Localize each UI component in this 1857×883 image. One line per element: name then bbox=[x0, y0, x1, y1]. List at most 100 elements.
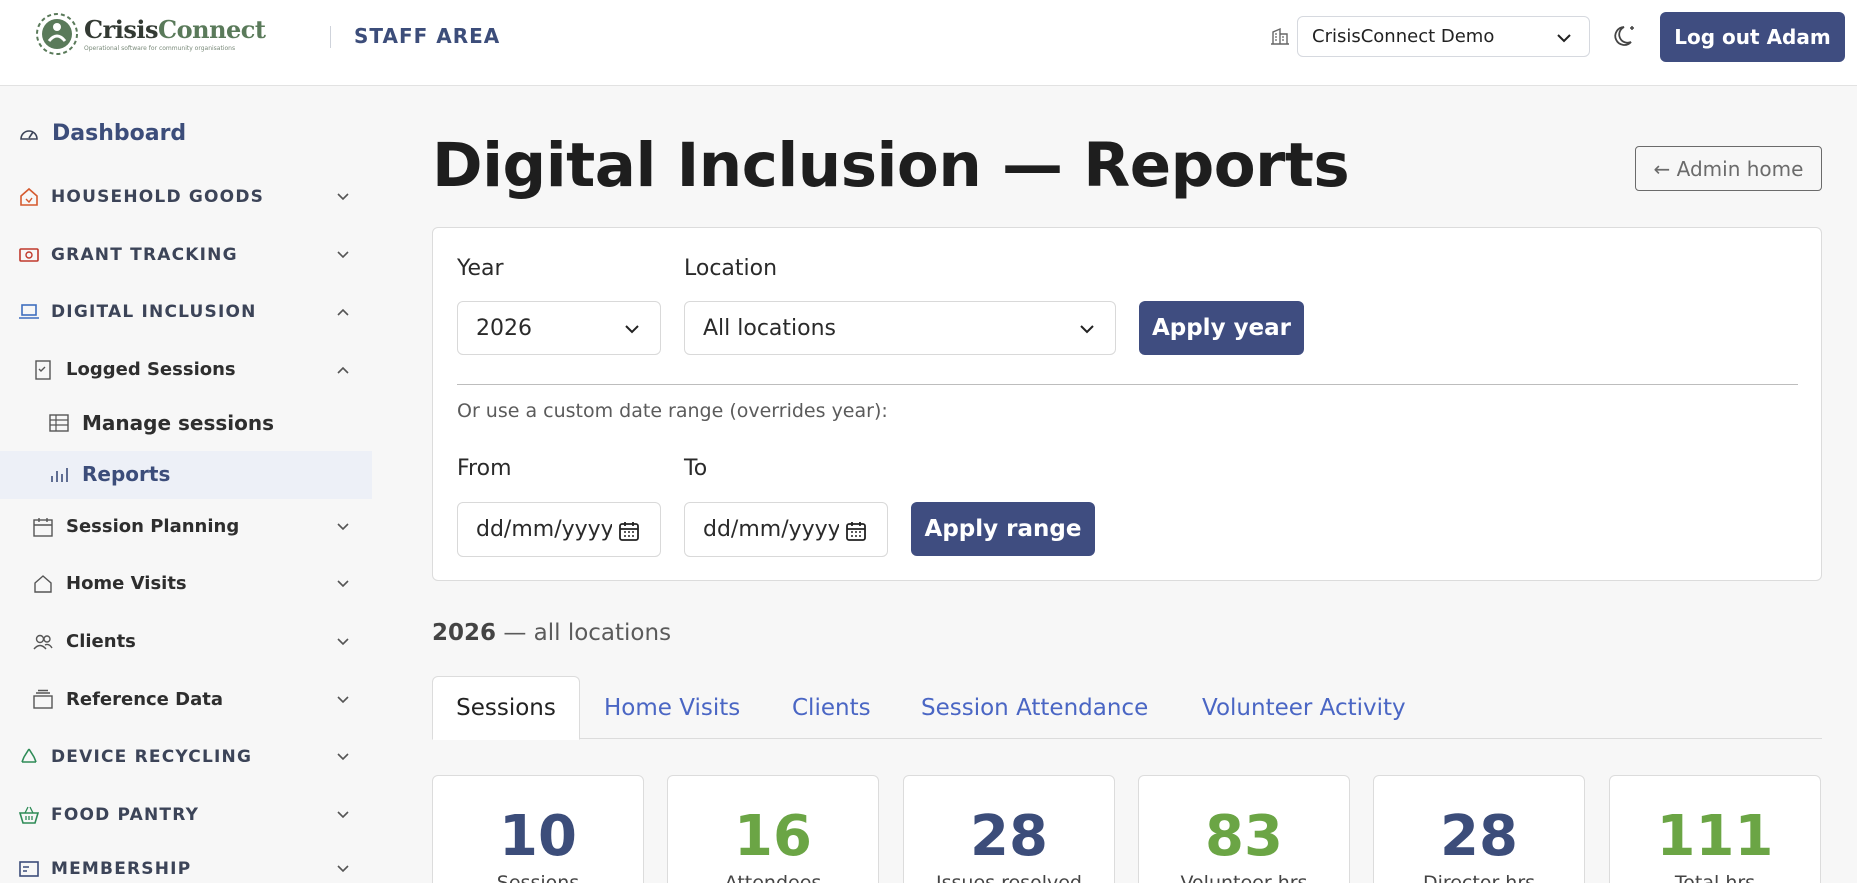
laptop-icon bbox=[19, 304, 39, 319]
archive-icon bbox=[33, 689, 53, 709]
sidebar-item-membership[interactable]: MEMBERSHIP bbox=[0, 852, 372, 883]
sidebar-item-clients[interactable]: Clients bbox=[0, 622, 372, 662]
staff-area-label: STAFF AREA bbox=[354, 24, 501, 48]
chevron-down-icon bbox=[337, 523, 349, 531]
stat-label: Attendees bbox=[724, 872, 822, 883]
logo-tagline: Operational software for community organ… bbox=[84, 44, 236, 52]
home-icon bbox=[34, 575, 52, 593]
stat-value: 10 bbox=[499, 804, 577, 869]
chevron-down-icon bbox=[337, 865, 349, 873]
tab-home-visits[interactable]: Home Visits bbox=[604, 676, 740, 739]
gauge-icon bbox=[20, 130, 38, 140]
stat-value: 111 bbox=[1656, 804, 1774, 869]
building-icon bbox=[1271, 27, 1289, 45]
sidebar-item-household-goods[interactable]: HOUSEHOLD GOODS bbox=[0, 177, 372, 217]
sidebar-item-dashboard[interactable]: Dashboard bbox=[0, 115, 372, 155]
organisation-select-value: CrisisConnect Demo bbox=[1312, 26, 1495, 47]
stat-label: Issues resolved bbox=[936, 872, 1082, 883]
stat-card-attendees: 16 Attendees bbox=[667, 775, 879, 883]
location-select-value: All locations bbox=[703, 315, 837, 341]
chevron-up-icon bbox=[337, 366, 349, 374]
admin-home-button[interactable]: ← Admin home bbox=[1635, 146, 1822, 191]
from-label: From bbox=[457, 456, 512, 481]
calendar-icon bbox=[33, 518, 53, 537]
calendar-icon[interactable] bbox=[618, 520, 640, 542]
report-period-heading: 2026 — all locations bbox=[432, 620, 671, 646]
tab-sessions[interactable]: Sessions bbox=[432, 676, 580, 740]
stat-card-total-hours: 111 Total hrs bbox=[1609, 775, 1821, 883]
chevron-down-icon bbox=[337, 811, 349, 819]
sidebar-item-session-planning[interactable]: Session Planning bbox=[0, 507, 372, 547]
chevron-down-icon bbox=[1557, 34, 1571, 43]
year-select[interactable]: 2026 bbox=[457, 301, 661, 355]
sidebar-item-reports[interactable]: Reports bbox=[0, 451, 372, 499]
to-date-input[interactable]: dd/mm/yyyy bbox=[684, 502, 888, 557]
stat-value: 16 bbox=[734, 804, 812, 869]
to-label: To bbox=[684, 456, 708, 481]
sidebar-item-digital-inclusion[interactable]: DIGITAL INCLUSION bbox=[0, 292, 372, 332]
location-select[interactable]: All locations bbox=[684, 301, 1116, 355]
apply-year-button[interactable]: Apply year bbox=[1139, 301, 1304, 355]
year-select-value: 2026 bbox=[476, 315, 532, 341]
sidebar-item-device-recycling[interactable]: DEVICE RECYCLING bbox=[0, 737, 372, 777]
from-date-input[interactable]: dd/mm/yyyy bbox=[457, 502, 661, 557]
logo[interactable]: CrisisConnect Operational software for c… bbox=[34, 10, 266, 58]
page-title: Digital Inclusion — Reports bbox=[432, 130, 1350, 201]
header-divider bbox=[330, 26, 331, 48]
chevron-down-icon bbox=[1080, 325, 1094, 334]
sidebar-item-home-visits[interactable]: Home Visits bbox=[0, 564, 372, 604]
sidebar-item-reference-data[interactable]: Reference Data bbox=[0, 680, 372, 720]
stat-card-director-hours: 28 Director hrs bbox=[1373, 775, 1585, 883]
chevron-up-icon bbox=[337, 308, 349, 316]
sidebar-item-logged-sessions[interactable]: Logged Sessions bbox=[0, 350, 372, 390]
location-label: Location bbox=[684, 256, 778, 281]
dark-mode-toggle-icon[interactable] bbox=[1612, 22, 1640, 50]
chevron-down-icon bbox=[337, 251, 349, 259]
tab-volunteer-activity[interactable]: Volunteer Activity bbox=[1202, 676, 1406, 739]
stat-card-issues-resolved: 28 Issues resolved bbox=[903, 775, 1115, 883]
report-filters-panel: Year 2026 Location All locations Apply y… bbox=[432, 227, 1822, 581]
bar-chart-icon bbox=[51, 468, 68, 482]
tab-clients[interactable]: Clients bbox=[792, 676, 871, 739]
top-header: CrisisConnect Operational software for c… bbox=[0, 0, 1857, 86]
stat-label: Total hrs bbox=[1674, 872, 1756, 883]
report-period-scope: — all locations bbox=[496, 620, 672, 646]
logo-mark-icon bbox=[36, 13, 78, 55]
stat-value: 28 bbox=[970, 804, 1048, 869]
stat-value: 83 bbox=[1205, 804, 1283, 869]
table-icon bbox=[49, 414, 69, 432]
from-date-placeholder: dd/mm/yyyy bbox=[476, 517, 612, 542]
chevron-down-icon bbox=[625, 325, 639, 334]
custom-range-hint: Or use a custom date range (overrides ye… bbox=[457, 400, 888, 422]
stat-card-volunteer-hours: 83 Volunteer hrs bbox=[1138, 775, 1350, 883]
report-tabs: Sessions Home Visits Clients Session Att… bbox=[432, 676, 1822, 740]
stat-label: Director hrs bbox=[1422, 872, 1536, 883]
logout-button[interactable]: Log out Adam bbox=[1660, 12, 1845, 62]
to-date-placeholder: dd/mm/yyyy bbox=[703, 517, 839, 542]
checklist-icon bbox=[35, 360, 51, 380]
stat-label: Volunteer hrs bbox=[1180, 872, 1308, 883]
cash-icon bbox=[19, 248, 39, 262]
tab-session-attendance[interactable]: Session Attendance bbox=[921, 676, 1148, 739]
id-card-icon bbox=[19, 861, 39, 877]
chevron-down-icon bbox=[337, 696, 349, 704]
sidebar-item-grant-tracking[interactable]: GRANT TRACKING bbox=[0, 235, 372, 275]
chevron-down-icon bbox=[337, 580, 349, 588]
people-icon bbox=[33, 634, 53, 650]
chevron-down-icon bbox=[337, 193, 349, 201]
basket-icon bbox=[18, 806, 40, 824]
stat-value: 28 bbox=[1440, 804, 1518, 869]
organisation-select[interactable]: CrisisConnect Demo bbox=[1297, 16, 1590, 57]
apply-range-button[interactable]: Apply range bbox=[911, 502, 1095, 556]
year-label: Year bbox=[457, 256, 504, 281]
house-icon bbox=[20, 187, 38, 206]
sidebar-item-food-pantry[interactable]: FOOD PANTRY bbox=[0, 795, 372, 835]
stat-label: Sessions bbox=[496, 872, 580, 883]
calendar-icon[interactable] bbox=[845, 520, 867, 542]
sidebar: Dashboard HOUSEHOLD GOODS GRANT TRACKING… bbox=[0, 87, 372, 883]
filters-divider bbox=[457, 384, 1798, 385]
sidebar-item-manage-sessions[interactable]: Manage sessions bbox=[0, 402, 372, 444]
logo-name: CrisisConnect bbox=[84, 14, 266, 44]
recycle-icon bbox=[21, 748, 37, 763]
stat-card-sessions: 10 Sessions bbox=[432, 775, 644, 883]
